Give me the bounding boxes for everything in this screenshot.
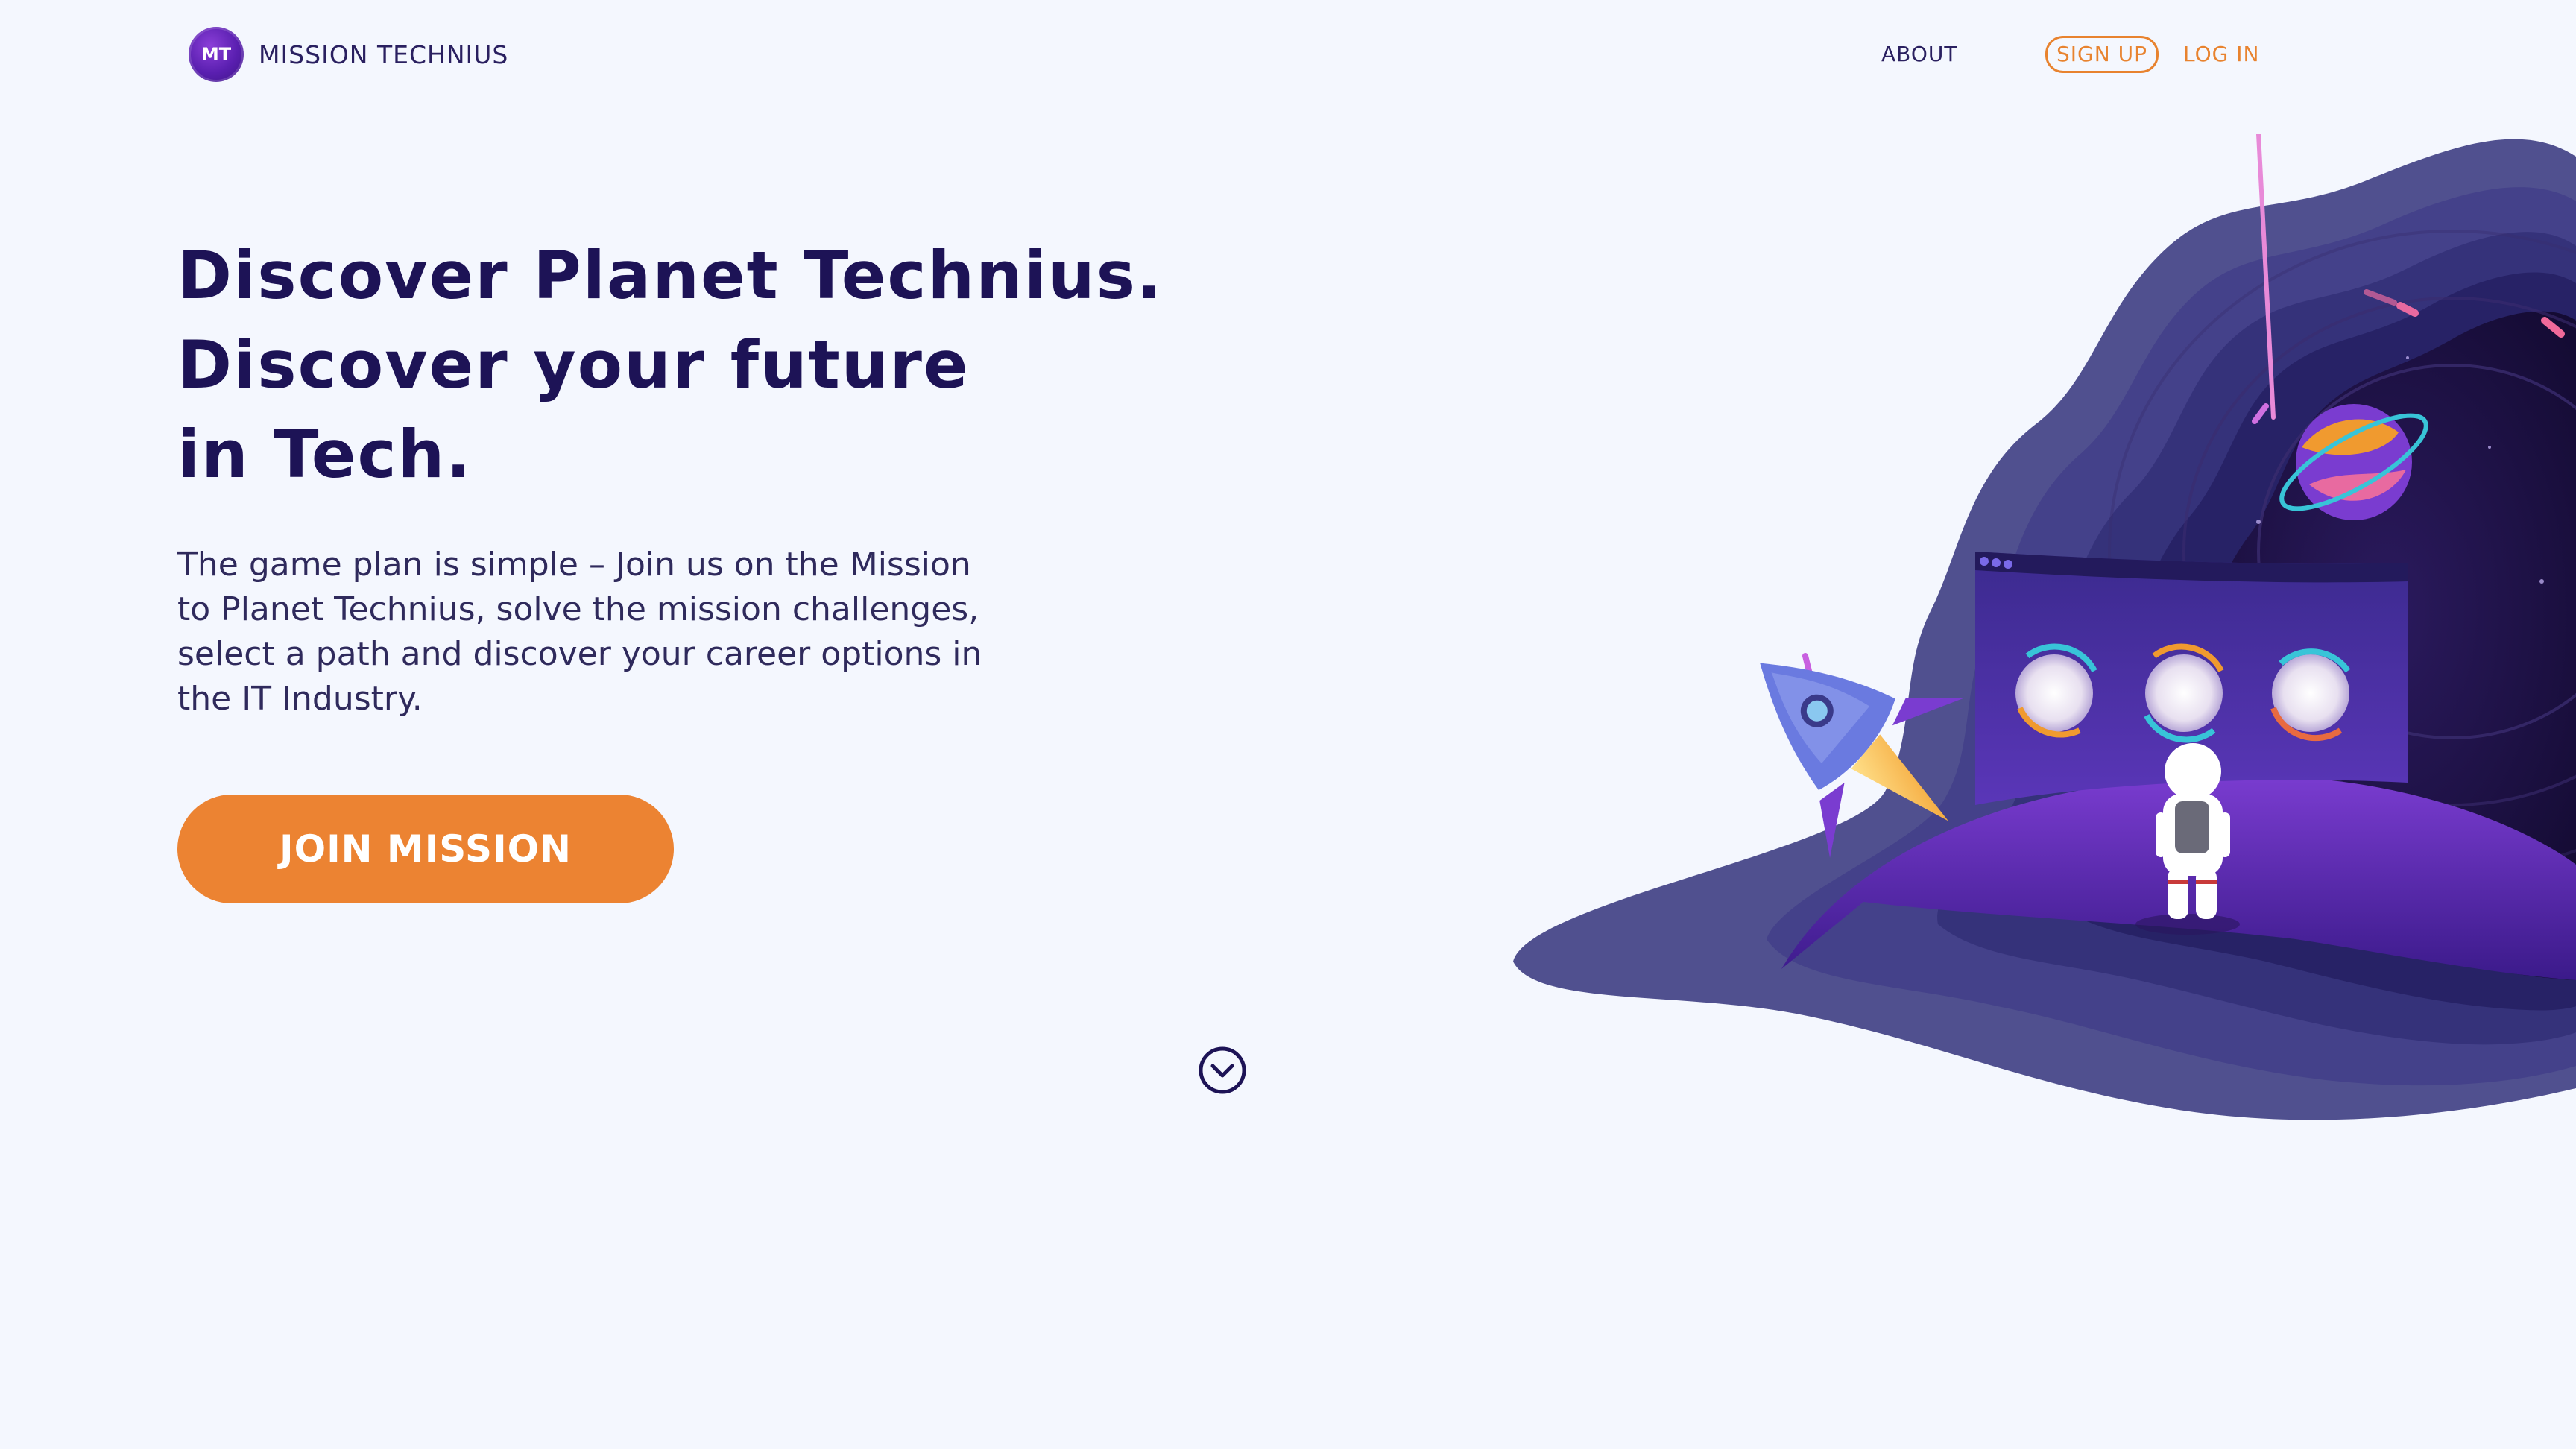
- space-illustration: [1513, 132, 2576, 1133]
- nav-about-link[interactable]: ABOUT: [1881, 42, 1958, 66]
- hero-title-line: in Tech.: [177, 416, 473, 493]
- log-in-link[interactable]: LOG IN: [2183, 42, 2259, 66]
- hero-description: The game plan is simple – Join us on the…: [177, 546, 982, 718]
- chevron-down-circle-icon[interactable]: [1198, 1046, 1247, 1095]
- join-mission-button[interactable]: JOIN MISSION: [177, 795, 674, 903]
- hero-title-line: Discover your future: [177, 326, 970, 403]
- hero-title: Discover Planet Technius. Discover your …: [177, 231, 1221, 499]
- mission-orbs: [2015, 643, 2351, 743]
- sign-up-button[interactable]: SIGN UP: [2045, 36, 2159, 73]
- top-navigation: ABOUT SIGN UP LOG IN: [0, 36, 2576, 80]
- landing-page: MT MISSION TECHNIUS ABOUT SIGN UP LOG IN…: [0, 0, 2576, 1449]
- hero-title-line: Discover Planet Technius.: [177, 237, 1164, 314]
